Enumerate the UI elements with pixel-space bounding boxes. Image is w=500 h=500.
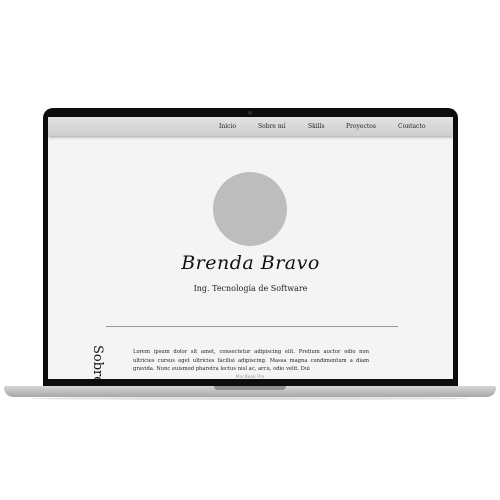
laptop-shadow	[30, 397, 470, 400]
camera-icon	[248, 111, 252, 115]
profile-subtitle: Ing. Tecnología de Software	[193, 284, 308, 293]
profile-name: Brenda Bravo	[181, 252, 320, 274]
nav-item-inicio[interactable]: Inicio	[219, 123, 236, 130]
navbar: Inicio Sobre mí Skills Proyectos Contact…	[48, 117, 453, 136]
about-section-title: Sobre mí	[90, 345, 105, 379]
laptop-screen: Inicio Sobre mí Skills Proyectos Contact…	[48, 117, 453, 379]
avatar	[213, 172, 287, 246]
device-label: MacBook Pro	[235, 375, 265, 380]
nav-item-skills[interactable]: Skills	[308, 123, 325, 130]
nav-item-contacto[interactable]: Contacto	[398, 123, 425, 130]
nav-item-sobre-mi[interactable]: Sobre mí	[258, 123, 286, 130]
section-divider	[106, 326, 398, 327]
laptop-notch	[214, 386, 286, 390]
about-paragraph: Lorem ipsum dolor sit amet, consectetur …	[133, 349, 369, 372]
nav-item-proyectos[interactable]: Proyectos	[346, 123, 376, 130]
laptop-lid: Inicio Sobre mí Skills Proyectos Contact…	[43, 108, 458, 386]
laptop-base	[4, 386, 496, 397]
